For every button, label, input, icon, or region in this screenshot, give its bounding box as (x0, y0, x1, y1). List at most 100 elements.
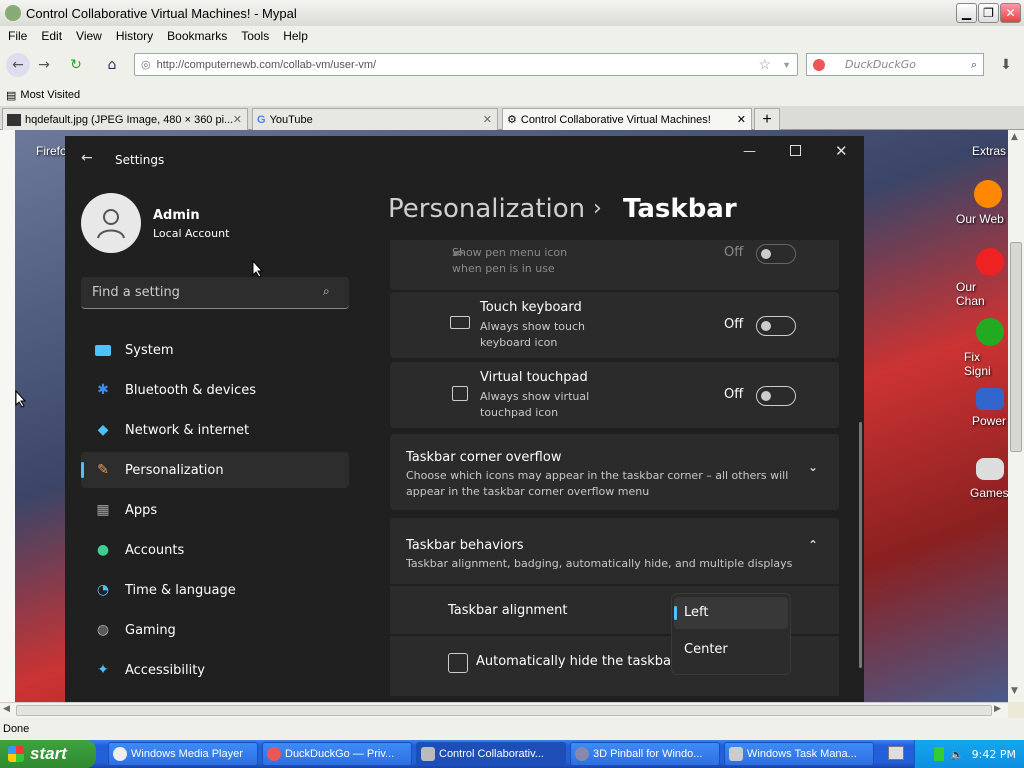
scrollbar-thumb[interactable] (859, 422, 862, 668)
desktop-icon-power[interactable]: Power (972, 388, 1008, 428)
scroll-right-icon[interactable]: ▶ (994, 704, 1001, 714)
mouse-cursor-icon (252, 260, 264, 278)
touchpad-icon (452, 386, 468, 401)
touch-keyboard-toggle[interactable] (756, 316, 796, 336)
chevron-down-icon[interactable]: ⌄ (808, 460, 818, 474)
alignment-label: Taskbar alignment (448, 603, 568, 618)
menu-file[interactable]: File (8, 29, 27, 43)
tab-youtube[interactable]: G YouTube ✕ (252, 108, 498, 130)
taskbar-btn-label: Windows Media Player (131, 748, 243, 760)
touch-keyboard-desc: Always show touch (480, 320, 586, 333)
menu-bar: File Edit View History Bookmarks Tools H… (0, 26, 1024, 46)
pinball-icon (575, 747, 589, 761)
taskbar-btn-collabvm[interactable]: Control Collaborativ... (416, 742, 566, 766)
most-visited-link[interactable]: Most Visited (20, 89, 80, 101)
settings-scroll-area[interactable]: Show pen menu icon when pen is in use Of… (65, 236, 864, 702)
close-window-button[interactable]: ✕ (1000, 3, 1021, 23)
status-text: Done (3, 723, 30, 735)
menu-bookmarks[interactable]: Bookmarks (167, 29, 227, 43)
minimize-button[interactable]: ▁ (956, 3, 977, 23)
taskbar-btn-task-manager[interactable]: Windows Task Mana... (724, 742, 874, 766)
web-icon (974, 180, 1002, 208)
scrollbar-thumb[interactable] (16, 705, 992, 716)
corner-overflow-desc-2: appear in the taskbar corner overflow me… (406, 485, 650, 498)
tab-close-icon[interactable]: ✕ (737, 113, 746, 126)
desktop-icon-our-web[interactable]: Our Web (956, 180, 1008, 226)
corner-overflow-desc: Choose which icons may appear in the tas… (406, 469, 789, 482)
tab-hqdefault[interactable]: hqdefault.jpg (JPEG Image, 480 × 360 pi.… (2, 108, 248, 130)
restore-button[interactable]: ❐ (978, 3, 999, 23)
breadcrumb-parent[interactable]: Personalization (388, 194, 585, 224)
duckduckgo-icon (267, 747, 281, 761)
scrollbar-thumb[interactable] (1010, 242, 1022, 452)
url-dropdown-icon[interactable]: ▼ (782, 60, 791, 70)
scroll-down-icon[interactable]: ▼ (1011, 686, 1018, 696)
minimize-button[interactable]: — (743, 144, 756, 159)
corner-overflow-title: Taskbar corner overflow (406, 450, 562, 465)
menu-tools[interactable]: Tools (241, 29, 269, 43)
pen-menu-toggle[interactable] (756, 244, 796, 264)
tab-strip: hqdefault.jpg (JPEG Image, 480 × 360 pi.… (0, 106, 1024, 130)
network-tray-icon[interactable] (933, 747, 944, 761)
start-button[interactable]: start (0, 740, 96, 768)
close-button[interactable]: ✕ (835, 142, 848, 160)
menu-history[interactable]: History (116, 29, 153, 43)
plus-icon: + (762, 110, 772, 128)
touch-keyboard-title: Touch keyboard (480, 300, 582, 315)
tab-close-icon[interactable]: ✕ (483, 113, 492, 126)
windows-taskbar: start Windows Media Player DuckDuckGo — … (0, 740, 1024, 768)
taskbar-behaviors-section[interactable]: Taskbar behaviors Taskbar alignment, bad… (390, 518, 839, 584)
tab-close-icon[interactable]: ✕ (233, 113, 242, 126)
status-bar: Done (0, 718, 1024, 740)
pen-menu-state: Off (724, 245, 744, 260)
virtual-touchpad-desc: Always show virtual (480, 390, 590, 403)
scroll-left-icon[interactable]: ◀ (3, 704, 10, 714)
scroll-up-icon[interactable]: ▲ (1011, 132, 1018, 142)
desktop-icon-games[interactable]: Games (970, 458, 1008, 500)
new-tab-button[interactable]: + (754, 108, 780, 130)
taskbar-btn-media-player[interactable]: Windows Media Player (108, 742, 258, 766)
menu-help[interactable]: Help (283, 29, 308, 43)
taskbar-btn-pinball[interactable]: 3D Pinball for Windo... (570, 742, 720, 766)
page-horizontal-scrollbar[interactable]: ◀ ▶ (0, 702, 1008, 718)
desktop-icon-our-channel[interactable]: Our Chan (956, 248, 1008, 308)
autohide-label: Automatically hide the taskbar (476, 654, 677, 669)
downloads-button[interactable]: ⬇ (994, 53, 1018, 77)
desktop-icon-fix-signin[interactable]: Fix Signi (964, 318, 1008, 378)
virtual-touchpad-toggle[interactable] (756, 386, 796, 406)
alignment-dropdown[interactable]: Left Center (671, 593, 791, 675)
desktop-icon-firefox[interactable]: Firefo (36, 144, 67, 158)
browser-title-bar: Control Collaborative Virtual Machines! … (0, 0, 1024, 26)
search-bar[interactable]: DuckDuckGo ⌕ (806, 53, 984, 76)
forward-button[interactable]: → (32, 53, 56, 77)
google-favicon-icon: G (257, 113, 266, 126)
page-vertical-scrollbar[interactable]: ▲ ▼ (1008, 130, 1024, 702)
desktop-icon-label: Fix Signi (964, 350, 991, 378)
menu-view[interactable]: View (76, 29, 102, 43)
navigation-toolbar: ← → ↻ ⌂ ◎ http://computernewb.com/collab… (0, 46, 1024, 84)
volume-icon[interactable]: 🔈 (950, 748, 964, 761)
keyboard-tray-icon[interactable] (888, 746, 904, 760)
taskbar-corner-overflow-section[interactable]: Taskbar corner overflow Choose which ico… (390, 434, 839, 510)
url-bar[interactable]: ◎ http://computernewb.com/collab-vm/user… (134, 53, 798, 76)
system-tray: 🔈 9:42 PM (914, 740, 1024, 768)
maximize-button[interactable] (790, 145, 801, 156)
desktop-icon-label: Our Chan (956, 280, 985, 308)
tab-collabvm[interactable]: ⚙ Control Collaborative Virtual Machines… (502, 108, 752, 130)
clock[interactable]: 9:42 PM (972, 748, 1016, 761)
dropdown-option-center[interactable]: Center (674, 634, 788, 666)
desktop-icon-extras[interactable]: Extras (972, 144, 1008, 158)
dropdown-option-left[interactable]: Left (674, 597, 788, 629)
chevron-up-icon[interactable]: ⌃ (808, 538, 818, 552)
autohide-checkbox[interactable] (448, 653, 468, 673)
back-button[interactable]: ← (6, 53, 30, 77)
home-button[interactable]: ⌂ (100, 53, 124, 77)
bookmark-star-icon[interactable]: ☆ (758, 56, 771, 73)
menu-edit[interactable]: Edit (41, 29, 62, 43)
taskbar-btn-duckduckgo[interactable]: DuckDuckGo — Priv... (262, 742, 412, 766)
back-arrow-icon[interactable]: ← (81, 150, 93, 166)
collabvm-icon (421, 747, 435, 761)
desktop-icon-label: Firefo (36, 144, 67, 158)
search-icon[interactable]: ⌕ (971, 58, 977, 72)
reload-button[interactable]: ↻ (64, 53, 88, 77)
